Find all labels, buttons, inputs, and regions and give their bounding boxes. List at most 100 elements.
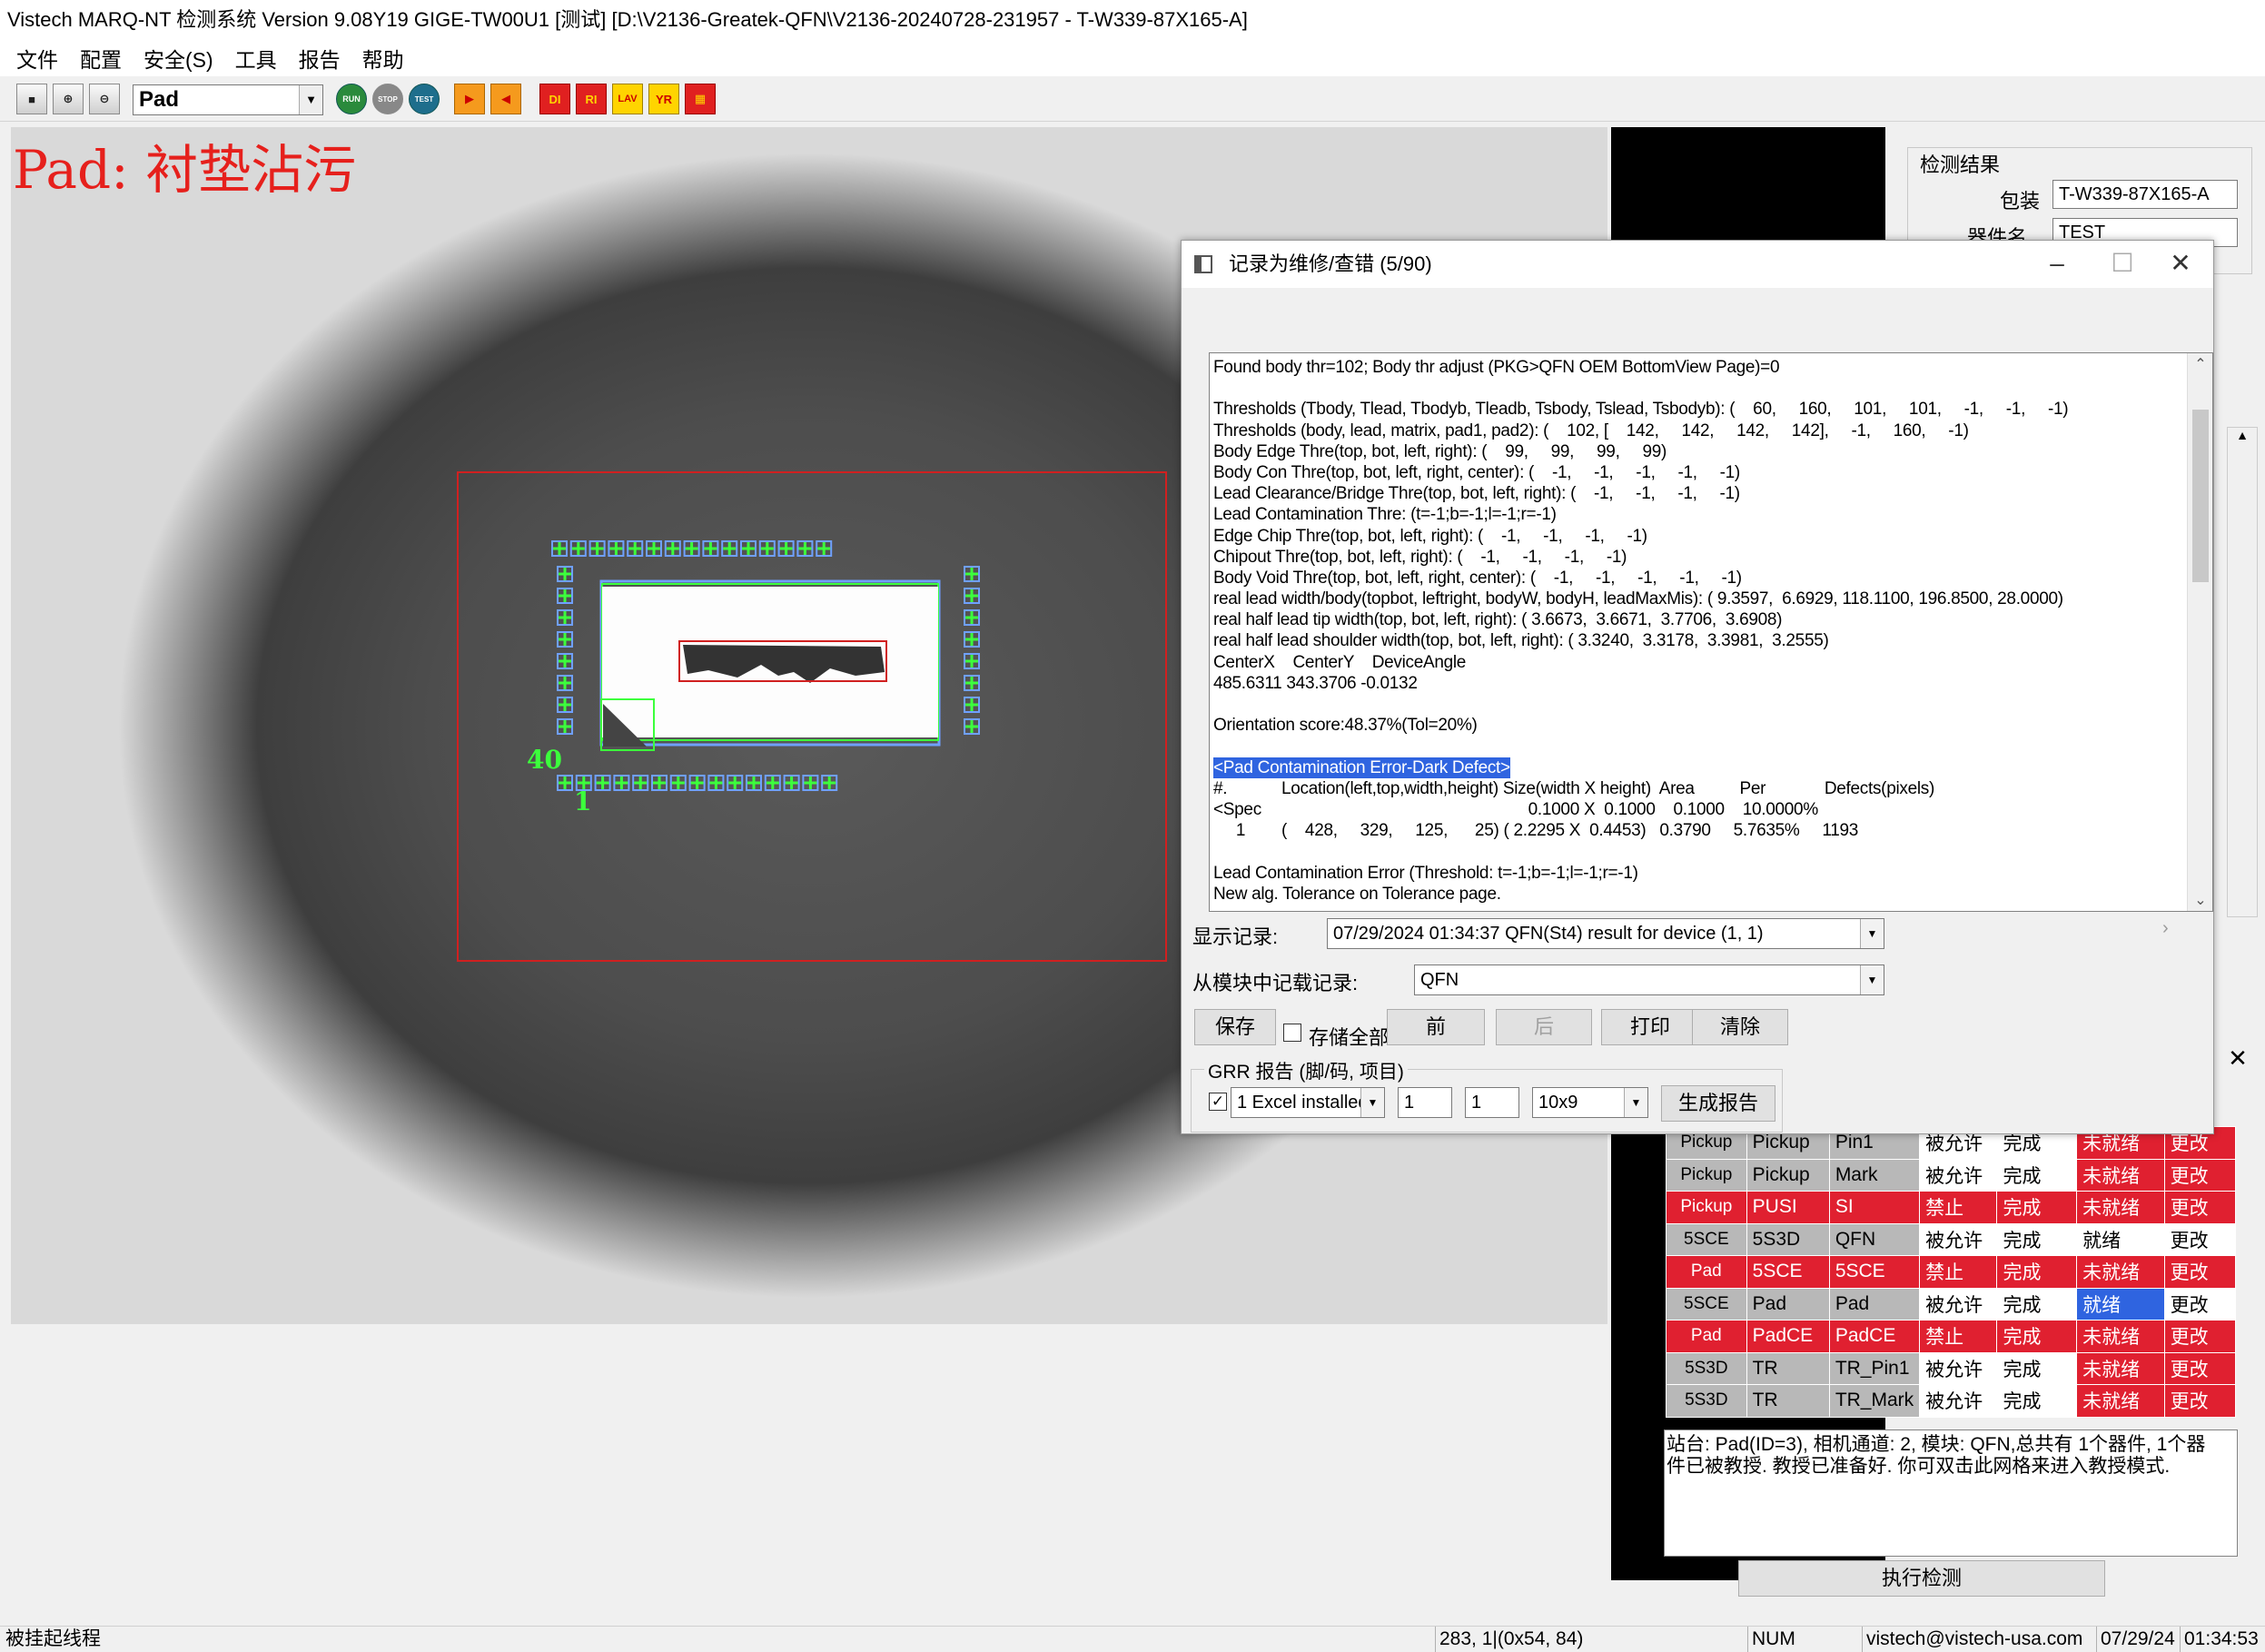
chevron-right-icon[interactable]: ›	[2162, 918, 2169, 939]
import-icon[interactable]: ◀	[490, 84, 521, 114]
zoom-in-icon[interactable]: ⊕	[53, 84, 84, 114]
show-record-select[interactable]: 07/29/2024 01:34:37 QFN(St4) result for …	[1327, 918, 1884, 949]
next-button[interactable]: 后	[1496, 1009, 1592, 1045]
scroll-up-icon[interactable]: ⌃	[2188, 355, 2212, 373]
grr-field-1[interactable]: 1	[1398, 1087, 1452, 1118]
prev-button[interactable]: 前	[1387, 1009, 1485, 1045]
scroll-down-icon[interactable]: ⌄	[2188, 891, 2212, 909]
station-id-cell[interactable]: 5S3D	[1666, 1384, 1747, 1418]
test-icon[interactable]: TEST	[409, 84, 440, 114]
table-row[interactable]: Pickup PUSI SI 禁止 完成 未就绪 更改	[1666, 1191, 2237, 1224]
table-row[interactable]: Pad PadCE PadCE 禁止 完成 未就绪 更改	[1666, 1320, 2237, 1353]
clear-button[interactable]: 清除	[1692, 1009, 1788, 1045]
ready-cell[interactable]: 未就绪	[2076, 1384, 2165, 1418]
permit-cell[interactable]: 被允许	[1919, 1158, 1998, 1192]
generate-report-button[interactable]: 生成报告	[1661, 1085, 1775, 1122]
run-inspection-button[interactable]: 执行检测	[1738, 1560, 2105, 1597]
save-button[interactable]: 保存	[1194, 1009, 1276, 1045]
ready-cell[interactable]: 未就绪	[2076, 1255, 2165, 1289]
change-cell[interactable]: 更改	[2163, 1191, 2237, 1224]
open-icon[interactable]: ■	[16, 84, 47, 114]
permit-cell[interactable]: 禁止	[1919, 1320, 1998, 1353]
status-cell[interactable]: 完成	[1996, 1351, 2078, 1385]
ready-cell[interactable]: 未就绪	[2076, 1158, 2165, 1192]
status-cell[interactable]: 完成	[1996, 1287, 2078, 1321]
excel-select[interactable]: 1 Excel installed ▼	[1231, 1087, 1385, 1118]
run-icon[interactable]: RUN	[336, 84, 367, 114]
station-id-cell[interactable]: Pad	[1666, 1320, 1747, 1353]
ready-cell[interactable]: 就绪	[2076, 1222, 2165, 1256]
status-cell[interactable]: 完成	[1996, 1255, 2078, 1289]
print-button[interactable]: 打印	[1601, 1009, 1699, 1045]
item-cell[interactable]: TR_Pin1	[1828, 1351, 1921, 1385]
info-message[interactable]: 站台: Pad(ID=3), 相机通道: 2, 模块: QFN,总共有 1个器件…	[1664, 1429, 2238, 1557]
change-cell[interactable]: 更改	[2163, 1222, 2237, 1256]
table-row[interactable]: 5S3D TR TR_Pin1 被允许 完成 未就绪 更改	[1666, 1351, 2237, 1385]
change-cell[interactable]: 更改	[2163, 1287, 2237, 1321]
grr-size-select[interactable]: 10x9 ▼	[1532, 1087, 1648, 1118]
barcode-icon[interactable]: ▦	[685, 84, 716, 114]
status-cell[interactable]: 完成	[1996, 1222, 2078, 1256]
module-cell[interactable]: PadCE	[1746, 1320, 1830, 1353]
maximize-icon[interactable]: ☐	[2090, 241, 2155, 288]
log-textbox[interactable]: Found body thr=102; Body thr adjust (PKG…	[1209, 352, 2213, 912]
permit-cell[interactable]: 被允许	[1919, 1287, 1998, 1321]
close-icon[interactable]: ✕	[2148, 241, 2213, 288]
status-cell[interactable]: 完成	[1996, 1158, 2078, 1192]
station-table[interactable]: Pickup Pickup Pin1 被允许 完成 未就绪 更改 Pickup Pickup Ma…	[1666, 1126, 2237, 1418]
change-cell[interactable]: 更改	[2163, 1320, 2237, 1353]
station-id-cell[interactable]: 5SCE	[1666, 1287, 1747, 1321]
module-cell[interactable]: Pad	[1746, 1287, 1830, 1321]
status-cell[interactable]: 完成	[1996, 1191, 2078, 1224]
menu-tools[interactable]: 工具	[224, 43, 288, 74]
status-cell[interactable]: 完成	[1996, 1384, 2078, 1418]
menu-file[interactable]: 文件	[5, 43, 69, 74]
change-cell[interactable]: 更改	[2163, 1384, 2237, 1418]
item-cell[interactable]: Mark	[1828, 1158, 1921, 1192]
menu-report[interactable]: 报告	[288, 43, 351, 74]
item-cell[interactable]: TR_Mark	[1828, 1384, 1921, 1418]
mode-select[interactable]: Pad ▼	[133, 84, 323, 115]
menu-help[interactable]: 帮助	[351, 43, 415, 74]
table-row[interactable]: 5SCE 5S3D QFN 被允许 完成 就绪 更改	[1666, 1222, 2237, 1256]
item-cell[interactable]: PadCE	[1828, 1320, 1921, 1353]
station-id-cell[interactable]: Pickup	[1666, 1191, 1747, 1224]
change-cell[interactable]: 更改	[2163, 1351, 2237, 1385]
permit-cell[interactable]: 禁止	[1919, 1191, 1998, 1224]
status-cell[interactable]: 完成	[1996, 1320, 2078, 1353]
module-cell[interactable]: PUSI	[1746, 1191, 1830, 1224]
module-cell[interactable]: 5S3D	[1746, 1222, 1830, 1256]
item-cell[interactable]: Pad	[1828, 1287, 1921, 1321]
minimize-icon[interactable]: –	[2024, 241, 2090, 288]
stop-icon[interactable]: STOP	[372, 84, 403, 114]
close-icon[interactable]: ✕	[2220, 1044, 2256, 1077]
save-all-checkbox[interactable]	[1283, 1024, 1301, 1042]
table-row[interactable]: Pad 5SCE 5SCE 禁止 完成 未就绪 更改	[1666, 1255, 2237, 1289]
grr-checkbox[interactable]: ✓	[1209, 1093, 1227, 1111]
module-cell[interactable]: TR	[1746, 1351, 1830, 1385]
module-cell[interactable]: TR	[1746, 1384, 1830, 1418]
scroll-thumb[interactable]	[2192, 410, 2209, 582]
menu-config[interactable]: 配置	[69, 43, 133, 74]
station-id-cell[interactable]: 5SCE	[1666, 1222, 1747, 1256]
table-row[interactable]: 5S3D TR TR_Mark 被允许 完成 未就绪 更改	[1666, 1384, 2237, 1418]
di-icon[interactable]: DI	[539, 84, 570, 114]
ready-cell[interactable]: 就绪	[2076, 1287, 2165, 1321]
table-row[interactable]: 5SCE Pad Pad 被允许 完成 就绪 更改	[1666, 1287, 2237, 1321]
item-cell[interactable]: SI	[1828, 1191, 1921, 1224]
permit-cell[interactable]: 被允许	[1919, 1351, 1998, 1385]
station-id-cell[interactable]: 5S3D	[1666, 1351, 1747, 1385]
ready-cell[interactable]: 未就绪	[2076, 1320, 2165, 1353]
export-icon[interactable]: ▶	[454, 84, 485, 114]
ready-cell[interactable]: 未就绪	[2076, 1351, 2165, 1385]
from-module-select[interactable]: QFN ▼	[1414, 964, 1884, 995]
yr-icon[interactable]: YR	[648, 84, 679, 114]
grr-field-2[interactable]: 1	[1465, 1087, 1519, 1118]
ready-cell[interactable]: 未就绪	[2076, 1191, 2165, 1224]
change-cell[interactable]: 更改	[2163, 1158, 2237, 1192]
permit-cell[interactable]: 被允许	[1919, 1384, 1998, 1418]
panel-scrollbar[interactable]: ▲	[2227, 427, 2258, 917]
menu-security[interactable]: 安全(S)	[133, 43, 224, 74]
station-id-cell[interactable]: Pickup	[1666, 1158, 1747, 1192]
change-cell[interactable]: 更改	[2163, 1255, 2237, 1289]
